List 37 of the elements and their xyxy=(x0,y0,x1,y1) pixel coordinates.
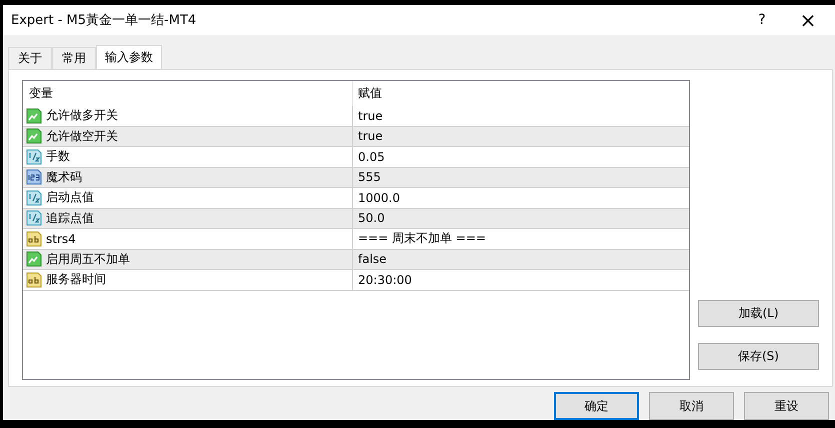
dialog-button[interactable]: 重设 xyxy=(744,392,829,420)
parameter-name: 追踪点值 xyxy=(46,210,94,227)
parameter-name: 启动点值 xyxy=(46,189,94,206)
parameter-value[interactable]: === 周末不加单 === xyxy=(353,230,486,248)
parameter-value[interactable]: 1000.0 xyxy=(353,190,400,205)
parameter-name: 魔术码 xyxy=(46,168,82,186)
parameter-value[interactable]: 20:30:00 xyxy=(353,272,412,287)
help-button[interactable]: ? xyxy=(739,5,785,35)
dialog-button[interactable]: 确定 xyxy=(554,392,639,420)
tab[interactable]: 常用 xyxy=(52,47,96,69)
parameter-value[interactable]: 50.0 xyxy=(353,211,385,226)
side-button[interactable]: 加载(L) xyxy=(698,300,819,327)
parameter-name: 服务器时间 xyxy=(46,271,106,288)
dialog-button[interactable]: 取消 xyxy=(649,392,734,420)
window-title: Expert - M5黃金一单一结-MT4 xyxy=(11,12,198,29)
fraction-icon xyxy=(26,190,42,206)
column-header: 赋值 xyxy=(357,85,382,102)
parameter-value[interactable]: false xyxy=(353,252,387,266)
fraction-icon xyxy=(26,210,42,226)
parameter-name: 允许做多开关 xyxy=(46,107,118,124)
column-header: 变量 xyxy=(23,81,353,106)
side-button[interactable]: 保存(S) xyxy=(698,343,819,370)
parameter-name: strs4 xyxy=(46,232,76,246)
fraction-icon xyxy=(26,148,42,165)
parameter-name: 手数 xyxy=(46,148,70,166)
parameter-name: 允许做空开关 xyxy=(46,128,118,145)
tab[interactable]: 关于 xyxy=(8,47,52,69)
parameter-value[interactable]: 555 xyxy=(353,170,381,184)
parameter-value[interactable]: true xyxy=(353,108,383,123)
text-value-icon xyxy=(26,230,42,247)
close-button[interactable]: × xyxy=(785,5,831,35)
parameter-value[interactable]: 0.05 xyxy=(353,150,385,164)
parameter-value[interactable]: true xyxy=(353,129,383,144)
tab[interactable]: 输入参数 xyxy=(96,45,162,69)
number-icon xyxy=(26,169,42,186)
text-value-icon xyxy=(26,272,42,288)
parameter-name: 启用周五不加单 xyxy=(46,250,130,268)
